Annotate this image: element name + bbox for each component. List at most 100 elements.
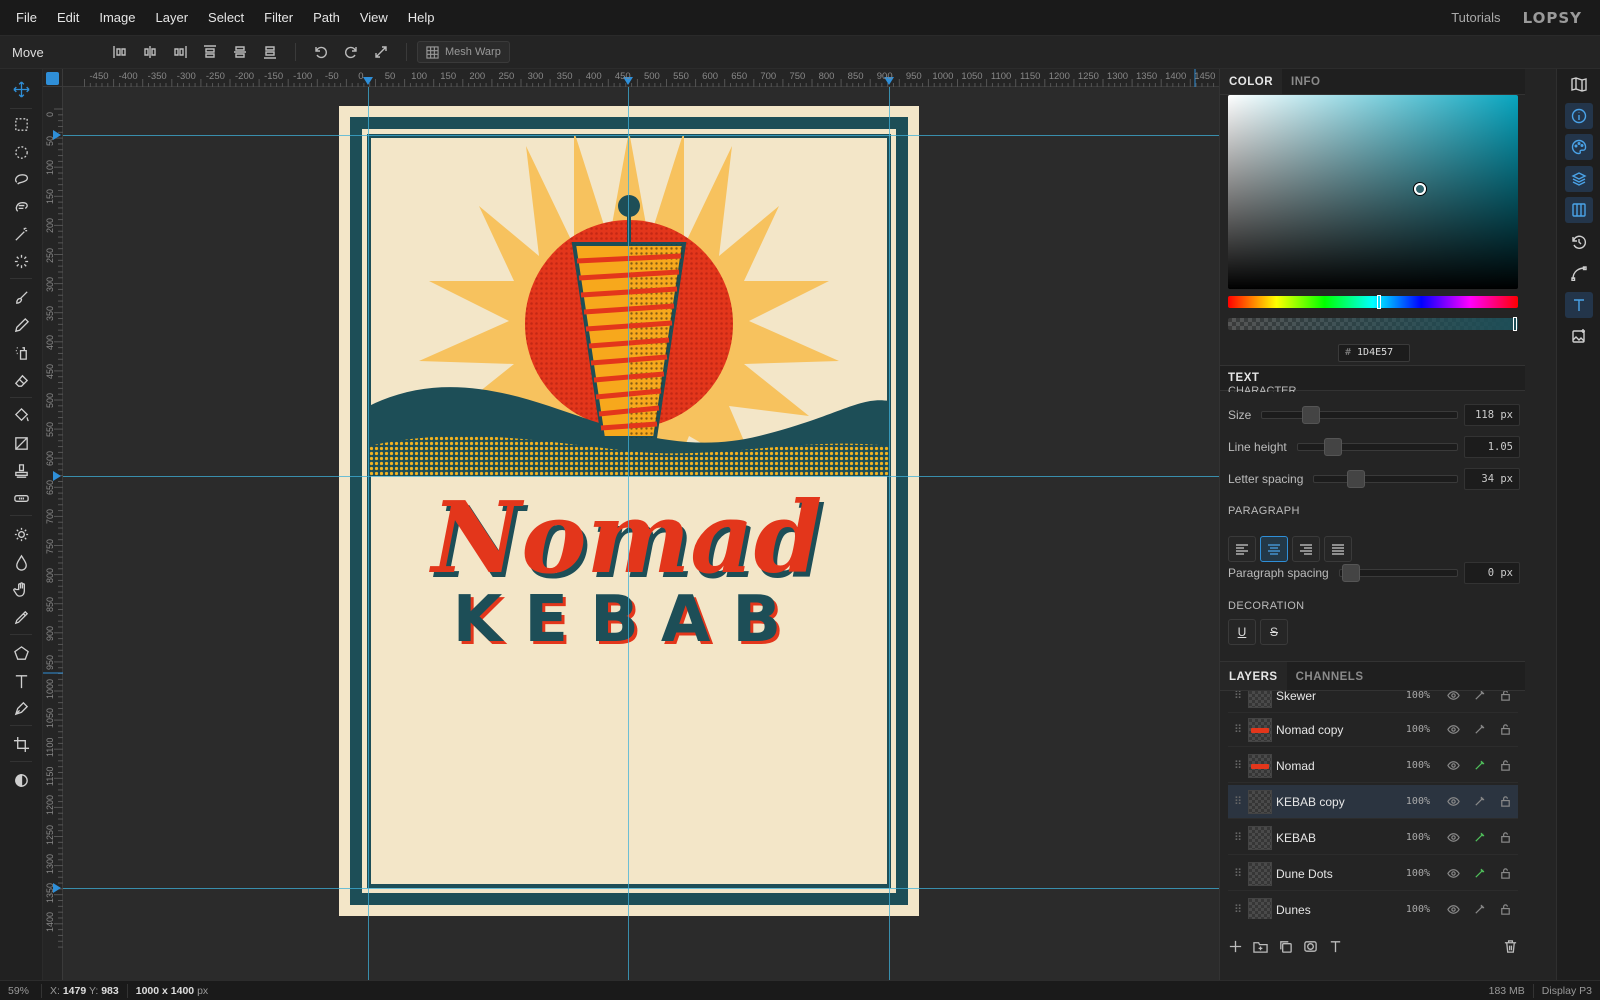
underline-button[interactable]: U [1228, 619, 1256, 645]
move-tool[interactable] [7, 76, 35, 102]
layer-row[interactable]: ⠿ KEBAB 100% [1228, 821, 1518, 855]
guide-marker[interactable] [363, 77, 373, 85]
menu-layer[interactable]: Layer [146, 0, 199, 36]
menu-path[interactable]: Path [303, 0, 350, 36]
paragraph-spacing-slider-handle[interactable] [1341, 564, 1360, 582]
shape-tool[interactable] [7, 640, 35, 666]
layer-row[interactable]: ⠿ Dunes 100% [1228, 893, 1518, 919]
effects-toggle[interactable] [1466, 759, 1492, 772]
visibility-toggle[interactable] [1440, 691, 1466, 702]
dodge-tool[interactable] [7, 521, 35, 547]
size-slider[interactable] [1261, 406, 1458, 424]
guide-vertical-center[interactable] [628, 87, 629, 980]
add-text-layer-button[interactable] [1328, 939, 1343, 957]
quick-select-tool[interactable] [7, 248, 35, 274]
visibility-toggle[interactable] [1440, 723, 1466, 736]
color-profile[interactable]: Display P3 [1534, 984, 1600, 998]
fill-tool[interactable] [7, 402, 35, 428]
new-layer-button[interactable] [1228, 939, 1243, 957]
effects-toggle[interactable] [1466, 831, 1492, 844]
tab-channels[interactable]: CHANNELS [1287, 662, 1373, 690]
align-top-button[interactable] [199, 41, 221, 63]
line-height-slider-handle[interactable] [1323, 438, 1342, 456]
menu-image[interactable]: Image [89, 0, 145, 36]
guide-horizontal-middle[interactable] [63, 476, 1219, 477]
text-panel-button[interactable] [1565, 292, 1593, 318]
letter-spacing-slider[interactable] [1313, 470, 1458, 488]
hex-input[interactable]: #1D4E57 [1338, 344, 1410, 362]
align-bottom-button[interactable] [259, 41, 281, 63]
redo-button[interactable] [340, 41, 362, 63]
spray-tool[interactable] [7, 339, 35, 365]
layer-row[interactable]: ⠿ Dune Dots 100% [1228, 857, 1518, 891]
layer-row-selected[interactable]: ⠿ KEBAB copy 100% [1228, 785, 1518, 819]
align-left-button[interactable] [109, 41, 131, 63]
lock-toggle[interactable] [1492, 903, 1518, 916]
tab-info[interactable]: INFO [1282, 69, 1329, 94]
drag-handle-icon[interactable]: ⠿ [1228, 795, 1248, 808]
menu-select[interactable]: Select [198, 0, 254, 36]
blur-tool[interactable] [7, 549, 35, 575]
layers-list[interactable]: ⠿ Skewer 100% ⠿ Nomad copy 100% ⠿ Nomad … [1220, 691, 1525, 919]
guide-horizontal-top[interactable] [63, 135, 1219, 136]
layer-opacity[interactable]: 100% [1390, 691, 1430, 701]
channels-panel-button[interactable] [1565, 197, 1593, 223]
size-input[interactable]: 118 px [1464, 404, 1520, 426]
tutorials-link[interactable]: Tutorials [1451, 10, 1500, 25]
effects-toggle[interactable] [1466, 903, 1492, 916]
pencil-tool[interactable] [7, 312, 35, 338]
alpha-slider-handle[interactable] [1513, 317, 1517, 331]
expand-button[interactable] [370, 41, 392, 63]
crop-tool[interactable] [7, 731, 35, 757]
drag-handle-icon[interactable]: ⠿ [1228, 691, 1248, 702]
quick-mask-toggle[interactable] [7, 767, 35, 793]
effects-toggle[interactable] [1466, 795, 1492, 808]
guide-vertical-right[interactable] [889, 87, 890, 980]
lock-toggle[interactable] [1492, 867, 1518, 880]
text-tool[interactable] [7, 668, 35, 694]
document-canvas[interactable]: Nomad Nomad KEBAB KEBAB [339, 106, 919, 916]
effects-toggle[interactable] [1466, 691, 1492, 702]
text-align-center-button[interactable] [1260, 536, 1288, 562]
delete-layer-button[interactable] [1503, 939, 1518, 957]
layer-opacity[interactable]: 100% [1390, 724, 1430, 735]
visibility-toggle[interactable] [1440, 867, 1466, 880]
layer-opacity[interactable]: 100% [1390, 868, 1430, 879]
lock-toggle[interactable] [1492, 691, 1518, 702]
magnetic-lasso-tool[interactable] [7, 193, 35, 219]
align-center-h-button[interactable] [139, 41, 161, 63]
drag-handle-icon[interactable]: ⠿ [1228, 759, 1248, 772]
navigator-panel-button[interactable] [1565, 71, 1593, 97]
ruler-corner[interactable] [43, 69, 63, 87]
pen-tool[interactable] [7, 695, 35, 721]
hue-slider-handle[interactable] [1377, 295, 1381, 309]
layer-opacity[interactable]: 100% [1390, 832, 1430, 843]
tab-layers[interactable]: LAYERS [1220, 662, 1287, 690]
paragraph-spacing-input[interactable]: 0 px [1464, 562, 1520, 584]
drag-handle-icon[interactable]: ⠿ [1228, 903, 1248, 916]
image-panel-button[interactable] [1565, 323, 1593, 349]
undo-button[interactable] [310, 41, 332, 63]
ellipse-marquee-tool[interactable] [7, 139, 35, 165]
horizontal-ruler[interactable]: -450 -400 -350 -300 -250 -200 -150 -100 -50 0 50 10… [63, 69, 1219, 87]
effects-toggle[interactable] [1466, 867, 1492, 880]
info-panel-button[interactable] [1565, 103, 1593, 129]
menu-view[interactable]: View [350, 0, 398, 36]
text-align-left-button[interactable] [1228, 536, 1256, 562]
zoom-level[interactable]: 59% [0, 983, 42, 998]
drag-handle-icon[interactable]: ⠿ [1228, 867, 1248, 880]
layer-row[interactable]: ⠿ Nomad copy 100% [1228, 713, 1518, 747]
letter-spacing-input[interactable]: 34 px [1464, 468, 1520, 490]
line-height-input[interactable]: 1.05 [1464, 436, 1520, 458]
paths-panel-button[interactable] [1565, 260, 1593, 286]
duplicate-layer-button[interactable] [1278, 939, 1293, 957]
lock-toggle[interactable] [1492, 831, 1518, 844]
line-height-slider[interactable] [1296, 438, 1458, 456]
strikethrough-button[interactable]: S [1260, 619, 1288, 645]
paragraph-spacing-slider[interactable] [1338, 564, 1458, 582]
gradient-tool[interactable] [7, 430, 35, 456]
lock-toggle[interactable] [1492, 795, 1518, 808]
drag-handle-icon[interactable]: ⠿ [1228, 723, 1248, 736]
brush-tool[interactable] [7, 284, 35, 310]
hand-tool[interactable] [7, 576, 35, 602]
